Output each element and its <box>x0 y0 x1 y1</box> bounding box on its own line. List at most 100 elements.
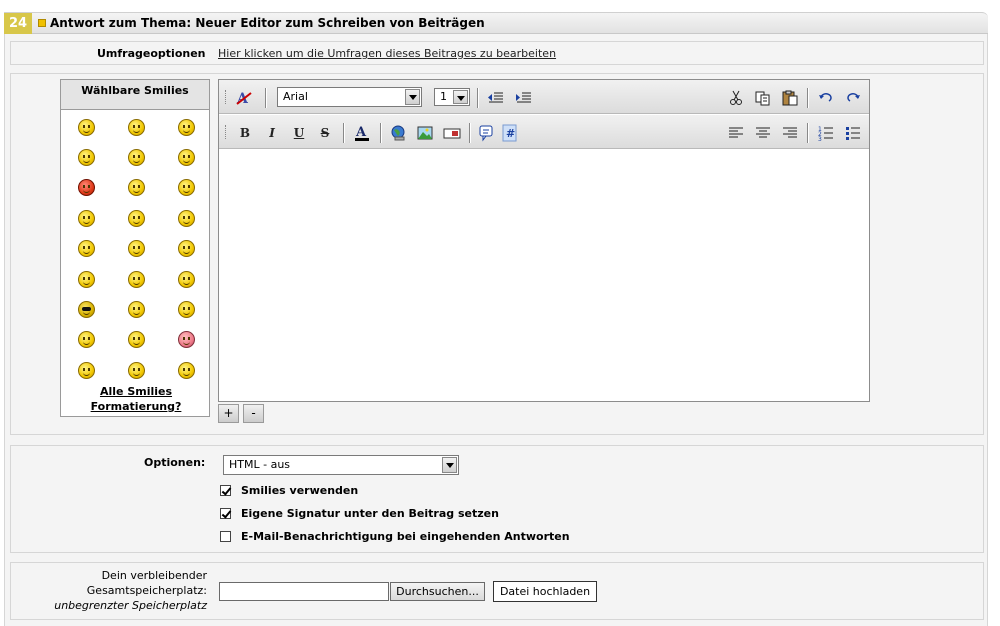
smiley-11[interactable] <box>111 203 161 233</box>
smiley-17[interactable] <box>111 264 161 294</box>
image-icon[interactable] <box>416 124 434 142</box>
svg-text:3: 3 <box>818 136 822 142</box>
storage-remaining-value: unbegrenzter Speicherplatz <box>54 599 207 612</box>
smiley-icon <box>177 301 195 319</box>
toolbar-separator <box>343 123 344 143</box>
align-center-icon[interactable] <box>754 124 772 142</box>
link-icon[interactable] <box>389 124 407 142</box>
smiley-icon <box>77 118 95 136</box>
smiley-grid <box>61 112 211 386</box>
strikethrough-button[interactable]: S <box>316 124 334 142</box>
smiley-2[interactable] <box>111 112 161 142</box>
thinking-smiley-icon <box>127 209 145 227</box>
options-label: Optionen: <box>144 456 206 469</box>
message-editor-area[interactable] <box>219 150 869 401</box>
file-path-input[interactable] <box>219 582 389 601</box>
smiley-icon <box>77 149 95 167</box>
toolbar-separator <box>477 88 478 108</box>
email-notify-checkbox[interactable] <box>220 531 231 542</box>
formatting-help-link[interactable]: Formatierung? <box>61 400 211 413</box>
signature-checkbox[interactable] <box>220 508 231 519</box>
upload-file-button[interactable]: Datei hochladen <box>493 581 597 602</box>
upload-row: Dein verbleibender Gesamtspeicherplatz: … <box>10 562 984 620</box>
smiley-15[interactable] <box>161 234 211 264</box>
italic-button[interactable]: I <box>263 124 281 142</box>
toolbar-grip[interactable] <box>225 90 227 104</box>
smilies-checkbox-label[interactable]: Smilies verwenden <box>241 484 358 497</box>
cut-icon[interactable] <box>727 89 745 107</box>
bold-button[interactable]: B <box>236 124 254 142</box>
signature-checkbox-label[interactable]: Eigene Signatur unter den Beitrag setzen <box>241 507 499 520</box>
smiley-26[interactable] <box>111 355 161 385</box>
copy-icon[interactable] <box>754 89 772 107</box>
grin-smiley-icon <box>127 270 145 288</box>
smiley-12[interactable] <box>161 203 211 233</box>
smiley-16[interactable] <box>61 264 111 294</box>
remove-format-icon[interactable]: A <box>235 89 253 107</box>
poll-label: Umfrageoptionen <box>97 47 206 60</box>
number-badge: 24 <box>4 13 32 34</box>
smiley-1[interactable] <box>61 112 111 142</box>
reply-form: 24 Antwort zum Thema: Neuer Editor zum S… <box>4 0 988 626</box>
storage-label-line1: Dein verbleibender <box>101 569 207 582</box>
paste-icon[interactable] <box>781 89 799 107</box>
font-family-value: Arial <box>283 90 308 103</box>
smiley-13[interactable] <box>61 234 111 264</box>
smiley-6[interactable] <box>161 142 211 172</box>
underline-button[interactable]: U <box>290 124 308 142</box>
outdent-icon[interactable] <box>487 89 505 107</box>
insert-field-icon[interactable] <box>443 124 461 142</box>
smiley-3[interactable] <box>161 112 211 142</box>
smiley-24[interactable] <box>161 325 211 355</box>
smiley-10[interactable] <box>61 203 111 233</box>
smiley-20[interactable] <box>111 294 161 324</box>
quote-icon[interactable] <box>478 124 496 142</box>
form-body: Umfrageoptionen Hier klicken um die Umfr… <box>4 34 988 626</box>
smilies-box: Wählbare Smilies Alle Smilies Formatieru… <box>60 79 210 417</box>
html-mode-select[interactable]: HTML - aus <box>223 455 459 475</box>
smiley-14[interactable] <box>111 234 161 264</box>
smiley-18[interactable] <box>161 264 211 294</box>
shrink-editor-button[interactable]: - <box>243 404 264 423</box>
smiley-22[interactable] <box>61 325 111 355</box>
all-smilies-link[interactable]: Alle Smilies <box>61 385 211 398</box>
title-bar: 24 Antwort zum Thema: Neuer Editor zum S… <box>4 12 988 34</box>
text-color-icon[interactable]: A <box>353 124 371 142</box>
indent-icon[interactable] <box>515 89 533 107</box>
smiley-4[interactable] <box>61 142 111 172</box>
smiley-21[interactable] <box>161 294 211 324</box>
smiley-icon <box>77 270 95 288</box>
toolbar-grip[interactable] <box>225 125 227 139</box>
html-mode-value: HTML - aus <box>229 458 291 471</box>
smiley-7[interactable] <box>61 173 111 203</box>
smiley-27[interactable] <box>161 355 211 385</box>
smilies-checkbox[interactable] <box>220 485 231 496</box>
smiley-5[interactable] <box>111 142 161 172</box>
smiley-25[interactable] <box>61 355 111 385</box>
undo-icon[interactable] <box>817 89 835 107</box>
align-right-icon[interactable] <box>781 124 799 142</box>
smiley-icon <box>77 240 95 258</box>
align-left-icon[interactable] <box>727 124 745 142</box>
smiley-icon <box>177 209 195 227</box>
smiley-icon <box>127 118 145 136</box>
unordered-list-icon[interactable] <box>844 124 862 142</box>
bullet-icon <box>38 19 46 27</box>
tongue-smiley-icon <box>177 361 195 379</box>
confused-smiley-icon <box>77 331 95 349</box>
font-size-select[interactable]: 1 <box>434 88 470 106</box>
smiley-19[interactable] <box>61 294 111 324</box>
smiley-8[interactable] <box>111 173 161 203</box>
font-family-select[interactable]: Arial <box>277 87 422 107</box>
email-notify-checkbox-label[interactable]: E-Mail-Benachrichtigung bei eingehenden … <box>241 530 570 543</box>
smiley-23[interactable] <box>111 325 161 355</box>
smiley-9[interactable] <box>161 173 211 203</box>
ordered-list-icon[interactable]: 123 <box>817 124 835 142</box>
expand-editor-button[interactable]: + <box>218 404 239 423</box>
poll-edit-link[interactable]: Hier klicken um die Umfragen dieses Beit… <box>218 47 556 60</box>
redo-icon[interactable] <box>844 89 862 107</box>
code-icon[interactable]: # <box>501 124 519 142</box>
wink-smiley-icon <box>77 361 95 379</box>
surprised-smiley-icon <box>177 270 195 288</box>
browse-button[interactable]: Durchsuchen... <box>390 582 485 601</box>
